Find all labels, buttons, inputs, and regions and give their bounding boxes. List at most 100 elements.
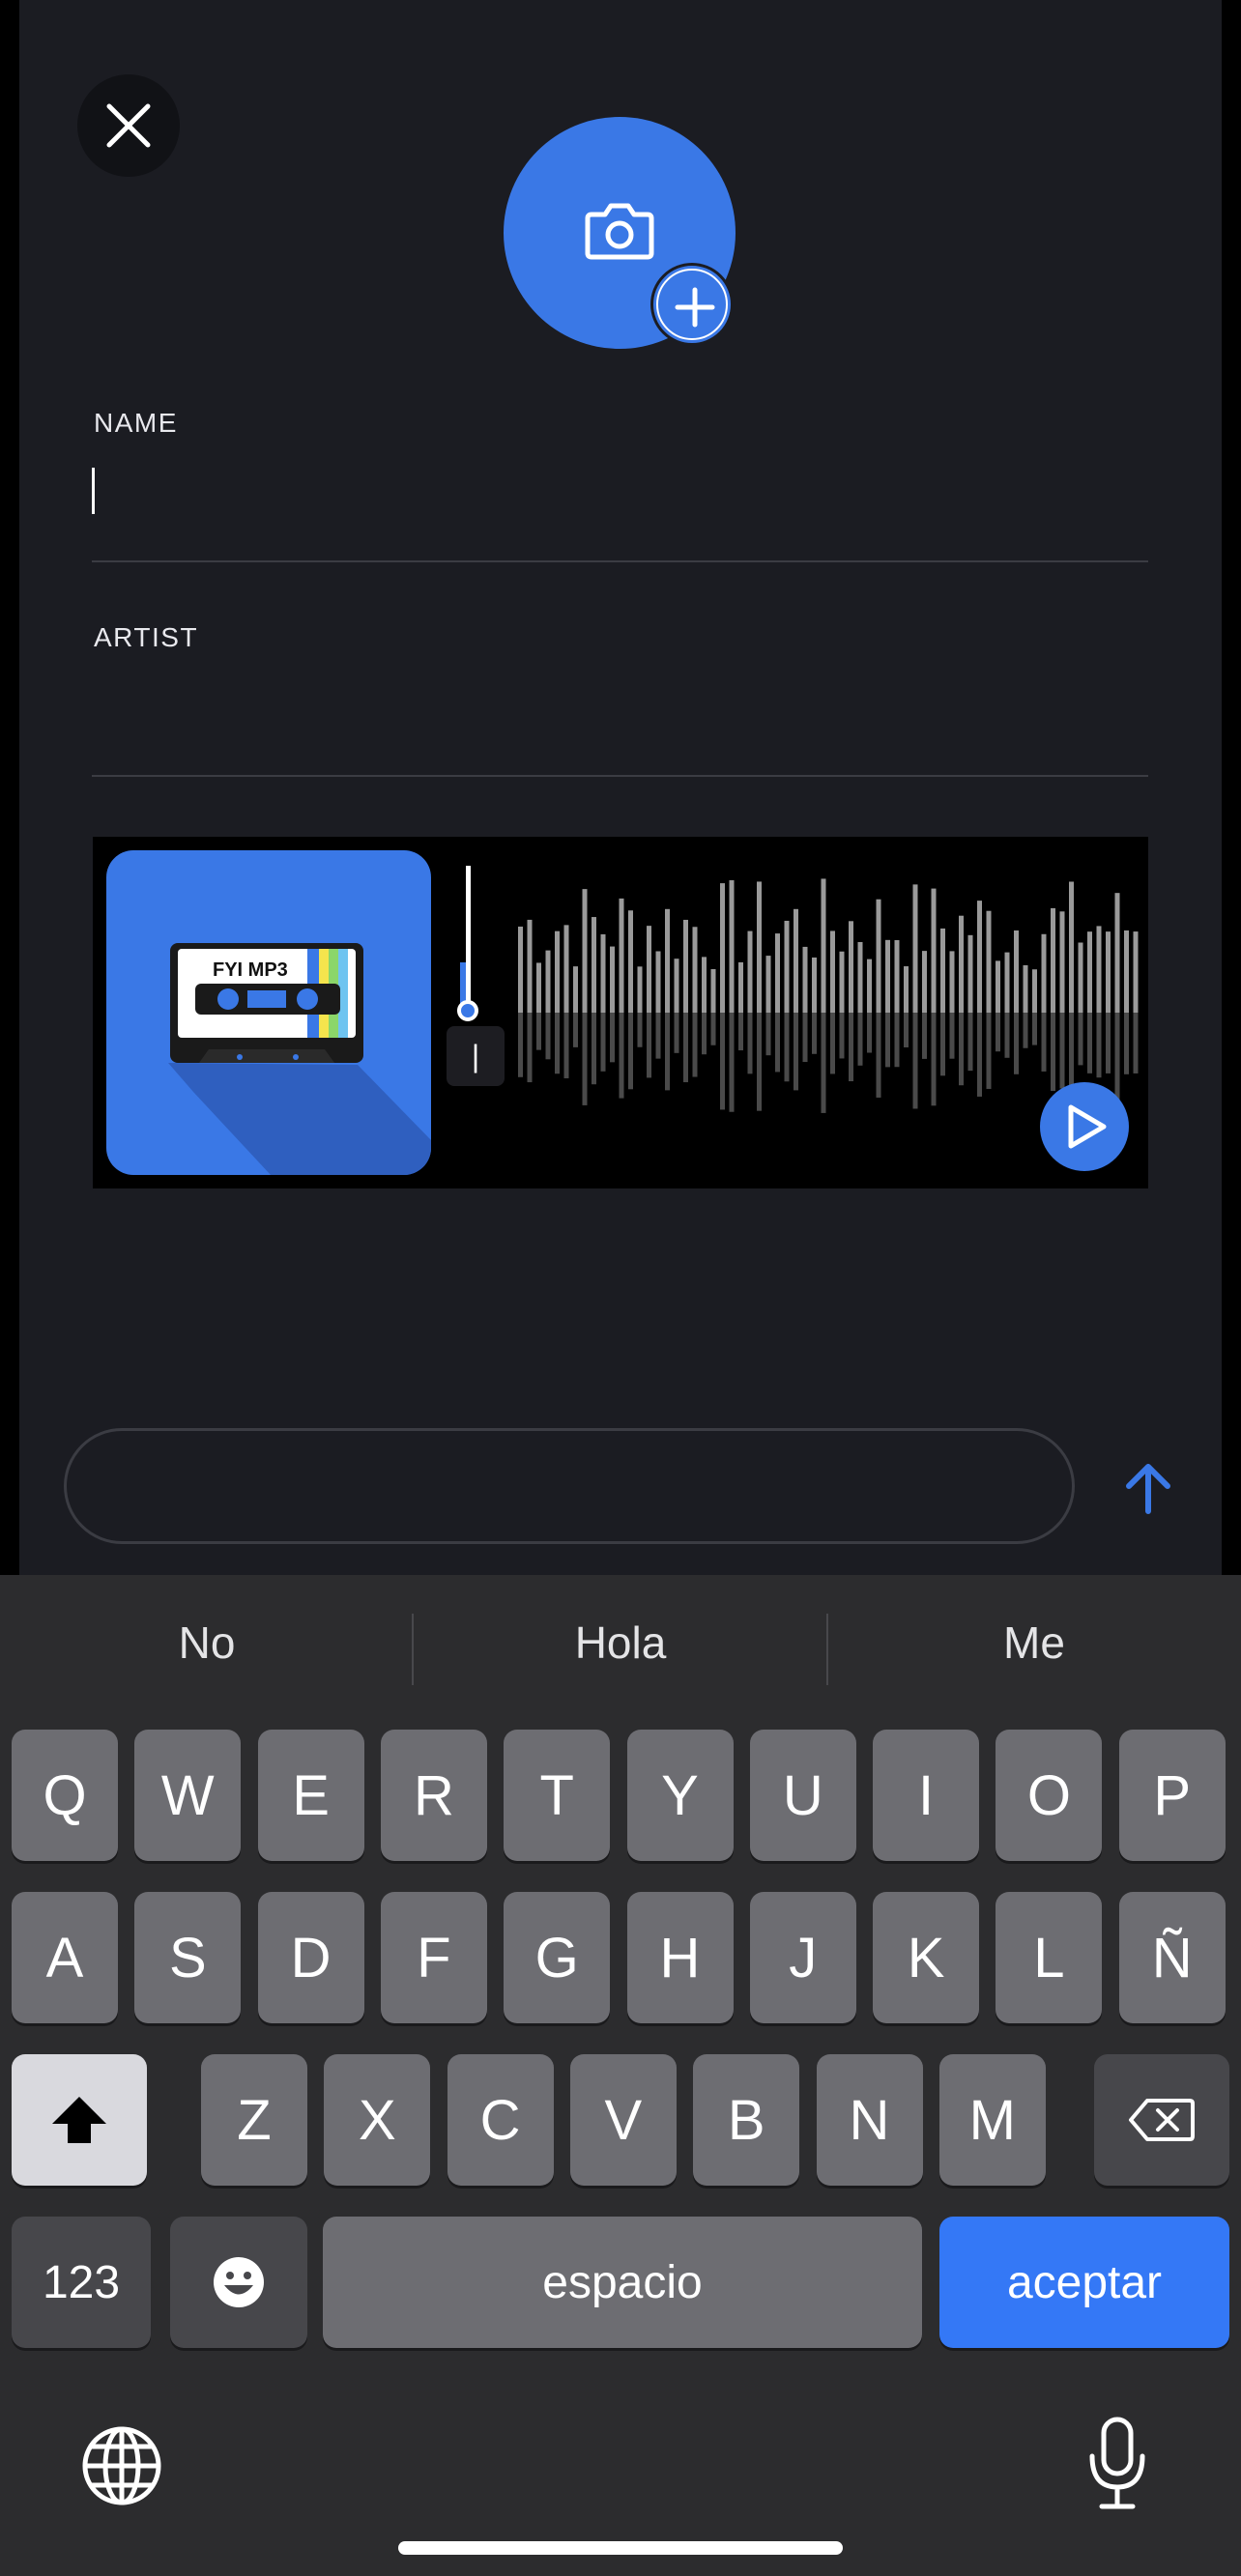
- key-d[interactable]: D: [257, 1892, 364, 2023]
- key-r[interactable]: R: [380, 1730, 487, 1861]
- waveform-bar: [912, 884, 918, 1013]
- backspace-key[interactable]: [1094, 2054, 1229, 2186]
- waveform-reflection-bar: [738, 1013, 743, 1051]
- suggestion-3[interactable]: Me: [827, 1617, 1241, 1669]
- key-t[interactable]: T: [504, 1730, 611, 1861]
- key-e[interactable]: E: [257, 1730, 364, 1861]
- waveform-bar: [655, 951, 661, 1013]
- add-photo-button[interactable]: [650, 263, 734, 346]
- space-key[interactable]: espacio: [323, 2217, 922, 2348]
- waveform-reflection-bar: [720, 1013, 725, 1110]
- waveform-bar: [1004, 952, 1010, 1013]
- waveform-reflection-bar: [839, 1013, 845, 1059]
- emoji-key[interactable]: [170, 2217, 307, 2348]
- waveform-bar: [563, 925, 569, 1013]
- waveform-reflection-bar: [1096, 1013, 1102, 1078]
- waveform-bar: [1078, 942, 1083, 1013]
- waveform-reflection-bar: [904, 1013, 909, 1047]
- key-h[interactable]: H: [626, 1892, 734, 2023]
- waveform-reflection-bar: [802, 1013, 808, 1063]
- key-k[interactable]: K: [873, 1892, 980, 2023]
- key-o[interactable]: O: [996, 1730, 1103, 1861]
- key-c[interactable]: C: [447, 2054, 554, 2186]
- waveform-bar: [545, 950, 551, 1013]
- audio-preview: FYI MP3 |: [93, 837, 1148, 1188]
- artist-input[interactable]: [92, 676, 1152, 736]
- key-i[interactable]: I: [873, 1730, 980, 1861]
- waveform-reflection-bar: [710, 1013, 716, 1045]
- microphone-icon[interactable]: [1086, 2416, 1148, 2512]
- waveform-bar: [1032, 969, 1037, 1013]
- key-j[interactable]: J: [749, 1892, 856, 2023]
- waveform-bar: [1041, 933, 1047, 1013]
- name-input[interactable]: [92, 462, 1152, 522]
- key-n[interactable]: N: [816, 2054, 923, 2186]
- waveform-bar: [610, 946, 615, 1013]
- play-icon: [1068, 1104, 1107, 1149]
- waveform-reflection-bar: [894, 1013, 900, 1068]
- key-g[interactable]: G: [504, 1892, 611, 2023]
- waveform-bar: [922, 951, 927, 1013]
- waveform-bar: [1069, 881, 1074, 1013]
- waveform-reflection-bar: [647, 1013, 651, 1078]
- plus-icon: [675, 287, 715, 328]
- key-q[interactable]: Q: [12, 1730, 118, 1861]
- waveform-reflection-bar: [563, 1013, 569, 1078]
- key-f[interactable]: F: [380, 1892, 487, 2023]
- waveform-reflection-bar: [619, 1013, 624, 1099]
- waveform-reflection-bar: [674, 1013, 679, 1053]
- waveform-bar: [647, 926, 651, 1013]
- close-button[interactable]: [77, 74, 180, 177]
- accept-key[interactable]: aceptar: [939, 2217, 1229, 2348]
- key-m[interactable]: M: [938, 2054, 1046, 2186]
- waveform-reflection-bar: [518, 1013, 523, 1077]
- key-b[interactable]: B: [693, 2054, 800, 2186]
- emoji-icon: [214, 2257, 264, 2307]
- key-ñ[interactable]: Ñ: [1118, 1892, 1226, 2023]
- trim-handle-knob[interactable]: [457, 1000, 478, 1021]
- send-arrow-icon[interactable]: [1119, 1459, 1177, 1517]
- message-input[interactable]: [64, 1428, 1075, 1544]
- waveform-bar: [1096, 926, 1102, 1013]
- shift-key[interactable]: [12, 2054, 147, 2186]
- trim-handle-line[interactable]: [466, 866, 471, 1011]
- waveform-reflection-bar: [986, 1013, 992, 1089]
- suggestion-1[interactable]: No: [0, 1617, 414, 1669]
- waveform-bar: [573, 966, 578, 1013]
- waveform-bar: [527, 919, 533, 1013]
- waveform-reflection-bar: [949, 1013, 955, 1059]
- close-icon: [106, 103, 151, 148]
- globe-icon[interactable]: [81, 2425, 162, 2506]
- key-s[interactable]: S: [134, 1892, 242, 2023]
- waveform-bar: [582, 889, 588, 1013]
- waveform-reflection-bar: [967, 1013, 973, 1072]
- waveform-bar: [592, 917, 596, 1013]
- key-v[interactable]: V: [569, 2054, 677, 2186]
- waveform-bar: [628, 910, 633, 1013]
- waveform-reflection-bar: [592, 1013, 596, 1085]
- waveform-bar: [765, 956, 771, 1013]
- waveform-reflection-bar: [849, 1013, 853, 1082]
- suggestion-2[interactable]: Hola: [414, 1617, 827, 1669]
- key-z[interactable]: Z: [201, 2054, 307, 2186]
- name-underline: [92, 560, 1148, 562]
- key-y[interactable]: Y: [626, 1730, 734, 1861]
- key-a[interactable]: A: [12, 1892, 118, 2023]
- play-button[interactable]: [1040, 1082, 1129, 1171]
- waveform-bar: [967, 934, 973, 1013]
- key-l[interactable]: L: [996, 1892, 1103, 2023]
- key-w[interactable]: W: [134, 1730, 242, 1861]
- waveform-bar: [1087, 931, 1092, 1013]
- key-x[interactable]: X: [324, 2054, 431, 2186]
- waveform-reflection-bar: [527, 1013, 533, 1083]
- waveform-reflection-bar: [812, 1013, 817, 1054]
- name-label: NAME: [94, 408, 178, 438]
- key-u[interactable]: U: [749, 1730, 856, 1861]
- key-p[interactable]: P: [1118, 1730, 1226, 1861]
- waveform-reflection-bar: [1014, 1013, 1019, 1074]
- shift-icon: [52, 2097, 106, 2143]
- numbers-key[interactable]: 123: [12, 2217, 151, 2348]
- waveform-bar: [1014, 930, 1019, 1013]
- waveform-reflection-bar: [784, 1013, 790, 1082]
- waveform-reflection-bar: [610, 1013, 615, 1063]
